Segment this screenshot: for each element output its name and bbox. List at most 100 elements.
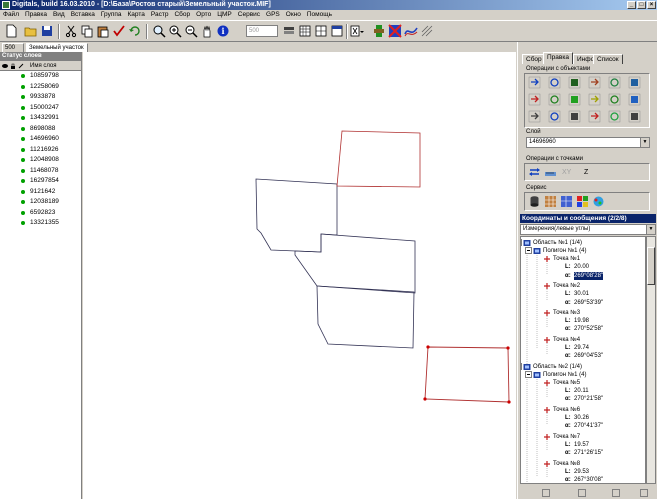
menu-collect[interactable]: Сбор xyxy=(171,10,193,20)
layer-name-header[interactable]: Имя слоя xyxy=(30,61,57,71)
layer-row[interactable]: 11468078 xyxy=(0,166,81,177)
zoom-tab[interactable]: 500 xyxy=(2,43,24,52)
map-canvas[interactable] xyxy=(83,52,516,499)
menu-dem[interactable]: ЦМР xyxy=(214,10,235,20)
tree-angle-label[interactable]: 269°08'28" xyxy=(574,271,604,280)
tree-area-node[interactable]: Область №1 (1/4) xyxy=(533,239,582,247)
tree-length-label[interactable]: 30.01 xyxy=(574,290,589,298)
calendar-icon[interactable] xyxy=(330,24,344,38)
expand-collapse-icon[interactable] xyxy=(521,239,522,249)
tree-polygon-node[interactable]: Полигон №1 (4) xyxy=(543,371,587,379)
menu-map[interactable]: Карта xyxy=(125,10,148,20)
maximize-button[interactable]: □ xyxy=(637,1,646,9)
database-icon[interactable] xyxy=(528,195,541,208)
tree-scrollbar[interactable] xyxy=(646,236,656,484)
zoom-window-icon[interactable] xyxy=(152,24,166,38)
layer-visible-dot-icon[interactable] xyxy=(21,126,25,131)
pan-hand-icon[interactable] xyxy=(200,24,214,38)
digitize-tool-icon[interactable] xyxy=(568,76,581,89)
grid-icon[interactable] xyxy=(314,24,328,38)
layer-row[interactable]: 12258069 xyxy=(0,82,81,93)
layer-row[interactable]: 15000247 xyxy=(0,103,81,114)
layer-visible-dot-icon[interactable] xyxy=(21,158,25,162)
layer-visible-dot-icon[interactable] xyxy=(21,189,25,194)
layer-row[interactable]: 9121642 xyxy=(0,187,81,198)
info-icon[interactable]: i xyxy=(216,24,230,38)
status-cell-icon[interactable] xyxy=(612,489,620,497)
tree-length-label[interactable]: 19.98 xyxy=(574,317,589,325)
tab-edit[interactable]: Правка xyxy=(543,52,573,64)
tree-length-label[interactable]: 19.57 xyxy=(574,441,589,449)
layer-visible-dot-icon[interactable] xyxy=(21,168,25,173)
grid-blue-icon[interactable] xyxy=(560,195,573,208)
zoom-out-icon[interactable] xyxy=(184,24,198,38)
pencil-icon[interactable] xyxy=(628,110,641,123)
join-icon[interactable] xyxy=(588,93,601,106)
close-button[interactable]: × xyxy=(647,1,656,9)
visibility-eye-icon[interactable] xyxy=(2,63,8,69)
delete-icon[interactable] xyxy=(588,110,601,123)
layer-row[interactable]: 11216926 xyxy=(0,145,81,156)
zoom-in-icon[interactable] xyxy=(168,24,182,38)
cut-icon[interactable] xyxy=(64,24,78,38)
scale-input[interactable]: 500 xyxy=(246,25,278,37)
layer-visible-dot-icon[interactable] xyxy=(21,116,25,120)
table-icon[interactable] xyxy=(298,24,312,38)
layer-row[interactable]: 14696960 xyxy=(0,134,81,145)
ruler-icon[interactable] xyxy=(544,166,557,179)
layer-row[interactable]: 6592823 xyxy=(0,208,81,219)
layer-select[interactable]: 14696960 ▼ xyxy=(526,137,650,148)
status-cell-icon[interactable] xyxy=(578,489,586,497)
tree-point-node[interactable]: Точка №1 xyxy=(553,255,580,263)
menu-gps[interactable]: GPS xyxy=(263,10,283,20)
status-cell-icon[interactable] xyxy=(640,489,648,497)
tree-point-node[interactable]: Точка №6 xyxy=(553,406,580,414)
tree-scrollbar-thumb[interactable] xyxy=(647,247,655,285)
cut-line-icon[interactable] xyxy=(588,76,601,89)
tree-point-node[interactable]: Точка №7 xyxy=(553,433,580,441)
layer-row[interactable]: 12038189 xyxy=(0,197,81,208)
tree-angle-label[interactable]: 270°52'58" xyxy=(574,325,603,333)
layer-visible-dot-icon[interactable] xyxy=(21,147,25,152)
add-icon[interactable] xyxy=(608,110,621,123)
menu-window[interactable]: Окно xyxy=(283,10,304,20)
tree-length-label[interactable]: 29.53 xyxy=(574,468,589,476)
chevron-down-icon[interactable]: ▼ xyxy=(640,138,649,147)
copy-icon[interactable] xyxy=(80,24,94,38)
layer-visible-dot-icon[interactable] xyxy=(21,84,25,89)
new-file-icon[interactable] xyxy=(4,24,18,38)
save-icon[interactable] xyxy=(40,24,54,38)
chevron-down-icon[interactable]: ▼ xyxy=(646,225,655,234)
layer-visible-dot-icon[interactable] xyxy=(21,74,25,78)
tree-point-node[interactable]: Точка №8 xyxy=(553,460,580,468)
digitize-icon[interactable] xyxy=(372,24,386,38)
menu-service[interactable]: Сервис xyxy=(235,10,263,20)
menu-help[interactable]: Помощь xyxy=(304,10,335,20)
tree-angle-label[interactable]: 269°53'39" xyxy=(574,299,603,307)
tree-angle-label[interactable]: 267°30'08" xyxy=(574,476,603,483)
measurement-mode-select[interactable]: Измерения(левые углы) ▼ xyxy=(520,224,656,235)
layer-row[interactable]: 10859798 xyxy=(0,71,81,82)
tree-area-node[interactable]: Область №2 (1/4) xyxy=(533,363,582,371)
menu-file[interactable]: Файл xyxy=(0,10,22,20)
tree-length-label[interactable]: 20.11 xyxy=(574,387,589,395)
menu-ortho[interactable]: Орто xyxy=(193,10,214,20)
layer-row[interactable]: 16297854 xyxy=(0,176,81,187)
layer-visible-dot-icon[interactable] xyxy=(21,210,25,215)
tree-angle-label[interactable]: 270°41'37" xyxy=(574,422,603,430)
layer-visible-dot-icon[interactable] xyxy=(21,105,25,110)
layer-row[interactable]: 8698088 xyxy=(0,124,81,135)
apply-check-icon[interactable] xyxy=(112,24,126,38)
lock-header-icon[interactable] xyxy=(10,63,16,69)
flag-icon[interactable] xyxy=(388,24,402,38)
tree-angle-label[interactable]: 270°21'58" xyxy=(574,395,603,403)
tree-point-node[interactable]: Точка №5 xyxy=(553,379,580,387)
layer-row[interactable]: 9933878 xyxy=(0,92,81,103)
raster-tiles-icon[interactable] xyxy=(576,195,589,208)
tree-length-label[interactable]: 30.26 xyxy=(574,414,589,422)
move-object-icon[interactable] xyxy=(528,76,541,89)
layer-visible-dot-icon[interactable] xyxy=(21,221,25,225)
menu-insert[interactable]: Вставка xyxy=(68,10,98,20)
layer-row[interactable]: 12048908 xyxy=(0,155,81,166)
select-dropdown-icon[interactable] xyxy=(350,24,364,38)
